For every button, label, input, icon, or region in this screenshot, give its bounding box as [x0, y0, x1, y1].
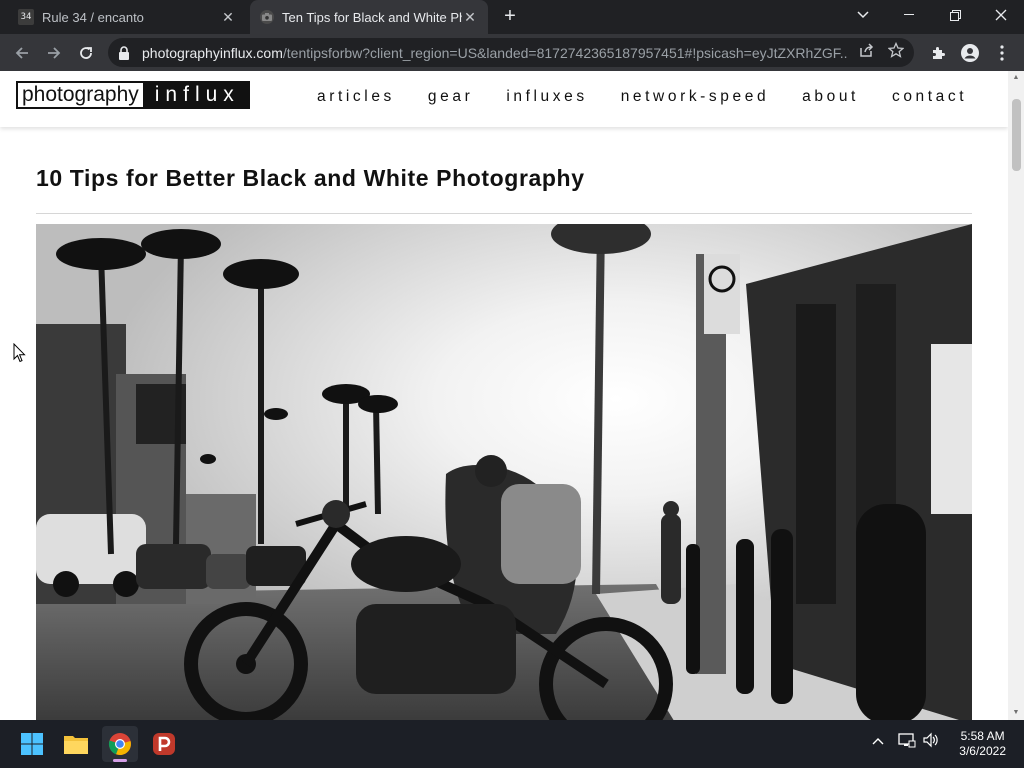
minimize-button[interactable]	[886, 0, 932, 30]
chrome-icon[interactable]	[102, 726, 138, 762]
clock-date: 3/6/2022	[959, 744, 1006, 758]
network-icon[interactable]	[898, 732, 916, 751]
tab-rule34[interactable]: 34 Rule 34 / encanto ✕	[8, 0, 246, 34]
page-scrollbar[interactable]: ▲ ▼	[1008, 71, 1024, 720]
nav-gear[interactable]: gear	[428, 88, 473, 106]
main-nav: articles gear influxes network-speed abo…	[317, 88, 967, 106]
site-header: photography influx articles gear influxe…	[0, 71, 1008, 127]
mouse-cursor-icon	[13, 342, 26, 368]
title-divider	[36, 213, 972, 214]
windows-taskbar: 5:58 AM 3/6/2022	[0, 720, 1024, 768]
new-tab-button[interactable]: +	[498, 5, 522, 29]
tab-strip: 34 Rule 34 / encanto ✕ Ten Tips for Blac…	[0, 0, 1024, 34]
scroll-up-arrow-icon[interactable]: ▲	[1008, 71, 1024, 85]
extensions-puzzle-icon[interactable]	[924, 39, 952, 67]
clock-time: 5:58 AM	[960, 729, 1005, 743]
hero-image	[36, 224, 972, 720]
nav-articles[interactable]: articles	[317, 88, 395, 106]
volume-icon[interactable]	[922, 732, 940, 751]
restore-button[interactable]	[932, 0, 978, 30]
scrollbar-thumb[interactable]	[1012, 99, 1021, 171]
nav-contact[interactable]: contact	[892, 88, 967, 106]
close-window-button[interactable]	[978, 0, 1024, 30]
tab-search-icon[interactable]	[840, 0, 886, 30]
close-tab-icon[interactable]: ✕	[220, 9, 236, 26]
share-icon[interactable]	[858, 42, 874, 63]
tab-favicon: 34	[18, 9, 34, 25]
back-button[interactable]	[8, 39, 36, 67]
nav-influxes[interactable]: influxes	[506, 88, 587, 106]
nav-network-speed[interactable]: network-speed	[621, 88, 769, 106]
close-tab-icon[interactable]: ✕	[462, 9, 478, 26]
lock-icon[interactable]	[118, 45, 132, 60]
nav-about[interactable]: about	[802, 88, 859, 106]
site-logo[interactable]: photography influx	[16, 81, 250, 109]
camera-favicon-icon	[260, 10, 274, 24]
article-title: 10 Tips for Better Black and White Photo…	[36, 165, 585, 191]
psiphon-app-icon[interactable]	[146, 726, 182, 762]
start-windows-icon[interactable]	[14, 726, 50, 762]
tab-title: Ten Tips for Black and White Pho	[282, 9, 462, 25]
menu-kebab-icon[interactable]	[988, 39, 1016, 67]
browser-toolbar: photographyinflux.com/tentipsforbw?clien…	[0, 34, 1024, 71]
system-clock[interactable]: 5:58 AM 3/6/2022	[959, 729, 1006, 759]
reload-button[interactable]	[72, 39, 100, 67]
address-bar[interactable]: photographyinflux.com/tentipsforbw?clien…	[108, 38, 914, 67]
forward-button[interactable]	[40, 39, 68, 67]
url-text[interactable]: photographyinflux.com/tentipsforbw?clien…	[142, 45, 848, 61]
tab-ten-tips[interactable]: Ten Tips for Black and White Pho ✕	[250, 0, 488, 34]
page-viewport: photography influx articles gear influxe…	[0, 71, 1024, 720]
scroll-down-arrow-icon[interactable]: ▼	[1008, 706, 1024, 720]
active-indicator	[113, 759, 127, 762]
bookmark-star-icon[interactable]	[887, 41, 905, 63]
tab-title: Rule 34 / encanto	[42, 9, 144, 25]
file-explorer-icon[interactable]	[58, 726, 94, 762]
show-hidden-icons-chevron-icon[interactable]	[872, 732, 884, 748]
profile-avatar-icon[interactable]	[956, 39, 984, 67]
